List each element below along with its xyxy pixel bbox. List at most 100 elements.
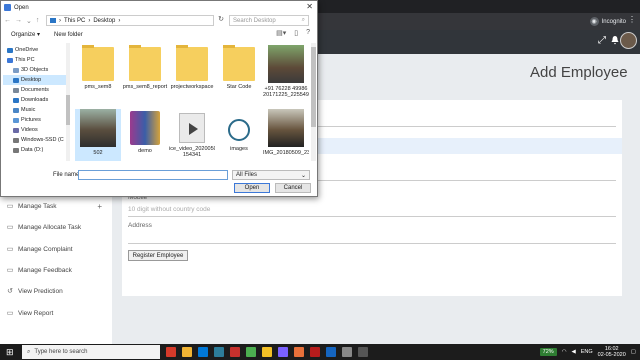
computer-icon — [50, 18, 56, 23]
app-icon[interactable] — [278, 347, 288, 357]
sidebar-item-manage-allocate-task[interactable]: ▭ Manage Allocate Task — [6, 221, 106, 233]
sidebar-item-label: View Report — [18, 309, 54, 317]
file-item[interactable]: projectworkspace — [169, 45, 215, 107]
file-item[interactable]: ice_video_20200502-154341 — [169, 109, 215, 161]
nav-item[interactable]: Downloads — [3, 95, 67, 105]
sidebar-item-view-report[interactable]: ▭ View Report — [6, 307, 106, 319]
file-item[interactable]: demo — [122, 109, 168, 161]
file-item[interactable]: pms_sem8_report — [122, 45, 168, 107]
app-icon[interactable] — [166, 347, 176, 357]
folder-icon — [13, 67, 19, 73]
taskbar-search[interactable]: ⌕ Type here to search — [22, 345, 160, 359]
vscode-icon[interactable] — [198, 347, 208, 357]
preview-pane-icon[interactable]: ▯ — [294, 29, 298, 37]
sidebar-item-manage-feedback[interactable]: ▭ Manage Feedback — [6, 264, 106, 276]
file-name-input[interactable] — [78, 170, 228, 180]
breadcrumb-desktop[interactable]: Desktop — [93, 18, 115, 24]
notification-icon[interactable]: ▢ — [631, 349, 636, 355]
folder-icon — [82, 45, 114, 81]
taskbar: ⊞ ⌕ Type here to search 72% ◠ ◀ ENG 16:0… — [0, 344, 640, 360]
file-type-select[interactable]: All Files ⌄ — [232, 170, 310, 180]
file-item[interactable]: pms_sem8 — [75, 45, 121, 107]
file-item[interactable]: +91 76228 49986 20171225_225549 — [263, 45, 309, 107]
file-item-label: images — [230, 146, 248, 152]
incognito-indicator[interactable]: ◉ Incognito — [589, 16, 626, 27]
open-button[interactable]: Open — [234, 183, 270, 193]
refresh-icon[interactable]: ↻ — [216, 15, 226, 26]
app-icon[interactable] — [214, 347, 224, 357]
incognito-icon: ◉ — [589, 17, 599, 26]
file-item-label: pms_sem8_report — [122, 84, 168, 90]
app-icon[interactable] — [230, 347, 240, 357]
allocate-icon: ▭ — [6, 224, 14, 231]
address-input[interactable] — [128, 243, 616, 244]
app-icon[interactable] — [326, 347, 336, 357]
organize-button[interactable]: Organize ▾ — [11, 31, 40, 38]
file-list-scrollbar[interactable] — [311, 43, 316, 161]
bell-icon[interactable] — [610, 35, 620, 45]
windows-start-icon[interactable]: ⊞ — [6, 347, 16, 357]
wifi-icon[interactable]: ◠ — [562, 349, 567, 355]
folder-icon — [13, 147, 19, 153]
file-item[interactable]: IMG_20180509_232751 — [263, 109, 309, 161]
nav-item[interactable]: Videos — [3, 125, 67, 135]
nav-item[interactable]: Data (D:) — [3, 145, 67, 155]
up-icon[interactable]: ↑ — [36, 17, 40, 24]
breadcrumb-this-pc[interactable]: This PC — [64, 18, 85, 24]
plus-icon[interactable]: + — [97, 202, 102, 211]
mobile-input[interactable]: 10 digit without country code — [128, 206, 210, 213]
app-icon[interactable] — [310, 347, 320, 357]
navigation-pane: OneDrive This PC 3D Objects Desktop Document… — [3, 43, 67, 161]
app-icon[interactable] — [294, 347, 304, 357]
chrome-icon[interactable] — [182, 347, 192, 357]
nav-item-label: OneDrive — [15, 47, 39, 53]
sidebar-item-view-prediction[interactable]: ↺ View Prediction — [6, 285, 106, 297]
folder-icon — [13, 107, 19, 113]
avatar[interactable] — [620, 32, 637, 49]
close-icon[interactable]: ✕ — [306, 2, 313, 11]
nav-item[interactable]: OneDrive — [3, 45, 67, 55]
screen: ◉ Incognito ⋮ ⤢ ▭ Manage Task + ▭ Manage… — [0, 0, 640, 360]
nav-item[interactable]: Documents — [3, 85, 67, 95]
cancel-button[interactable]: Cancel — [275, 183, 311, 193]
folder-icon — [223, 45, 255, 81]
sidebar-item-manage-task[interactable]: ▭ Manage Task + — [6, 200, 106, 212]
app-icon[interactable] — [358, 347, 368, 357]
forward-icon[interactable]: → — [15, 17, 22, 24]
file-item[interactable]: 502 — [75, 109, 121, 161]
help-icon[interactable]: ? — [306, 29, 310, 37]
recent-icon[interactable]: ⌄ — [26, 17, 32, 25]
search-icon: ⌕ — [301, 17, 305, 23]
nav-item[interactable]: This PC — [3, 55, 67, 65]
taskbar-search-placeholder: Type here to search — [34, 349, 88, 355]
file-item[interactable]: Star Code — [216, 45, 262, 107]
sidebar-item-manage-complaint[interactable]: ▭ Manage Complaint — [6, 243, 106, 255]
file-type-value: All Files — [236, 172, 258, 178]
fullscreen-icon[interactable]: ⤢ — [598, 35, 606, 46]
back-icon[interactable]: ← — [4, 17, 11, 24]
new-folder-button[interactable]: New folder — [54, 32, 83, 38]
clock[interactable]: 16:02 02-05-2020 — [598, 346, 626, 358]
nav-item[interactable]: Music — [3, 105, 67, 115]
app-icon[interactable] — [246, 347, 256, 357]
more-vert-icon[interactable]: ⋮ — [628, 15, 636, 24]
nav-scrollbar[interactable] — [66, 43, 70, 161]
dialog-search-input[interactable]: Search Desktop ⌕ — [229, 15, 309, 26]
address-bar[interactable]: › This PC › Desktop › — [46, 15, 214, 26]
file-item[interactable]: images — [216, 109, 262, 161]
nav-item[interactable]: Windows-SSD (C — [3, 135, 67, 145]
register-employee-button[interactable]: Register Employee — [128, 250, 188, 261]
nav-item[interactable]: Pictures — [3, 115, 67, 125]
nav-item[interactable]: Desktop — [3, 75, 67, 85]
folder-icon — [13, 137, 19, 143]
nav-item[interactable]: 3D Objects — [3, 65, 67, 75]
pinned-apps — [166, 347, 368, 357]
battery-indicator[interactable]: 72% — [539, 348, 557, 356]
file-item-label: demo — [138, 148, 152, 154]
file-list: pms_sem8 pms_sem8_report projectworkspace S… — [71, 43, 311, 161]
file-explorer-icon[interactable] — [262, 347, 272, 357]
volume-icon[interactable]: ◀ — [572, 349, 576, 355]
view-options-icon[interactable]: ▤▾ — [276, 29, 286, 37]
app-icon[interactable] — [342, 347, 352, 357]
language-indicator[interactable]: ENG — [581, 349, 593, 355]
